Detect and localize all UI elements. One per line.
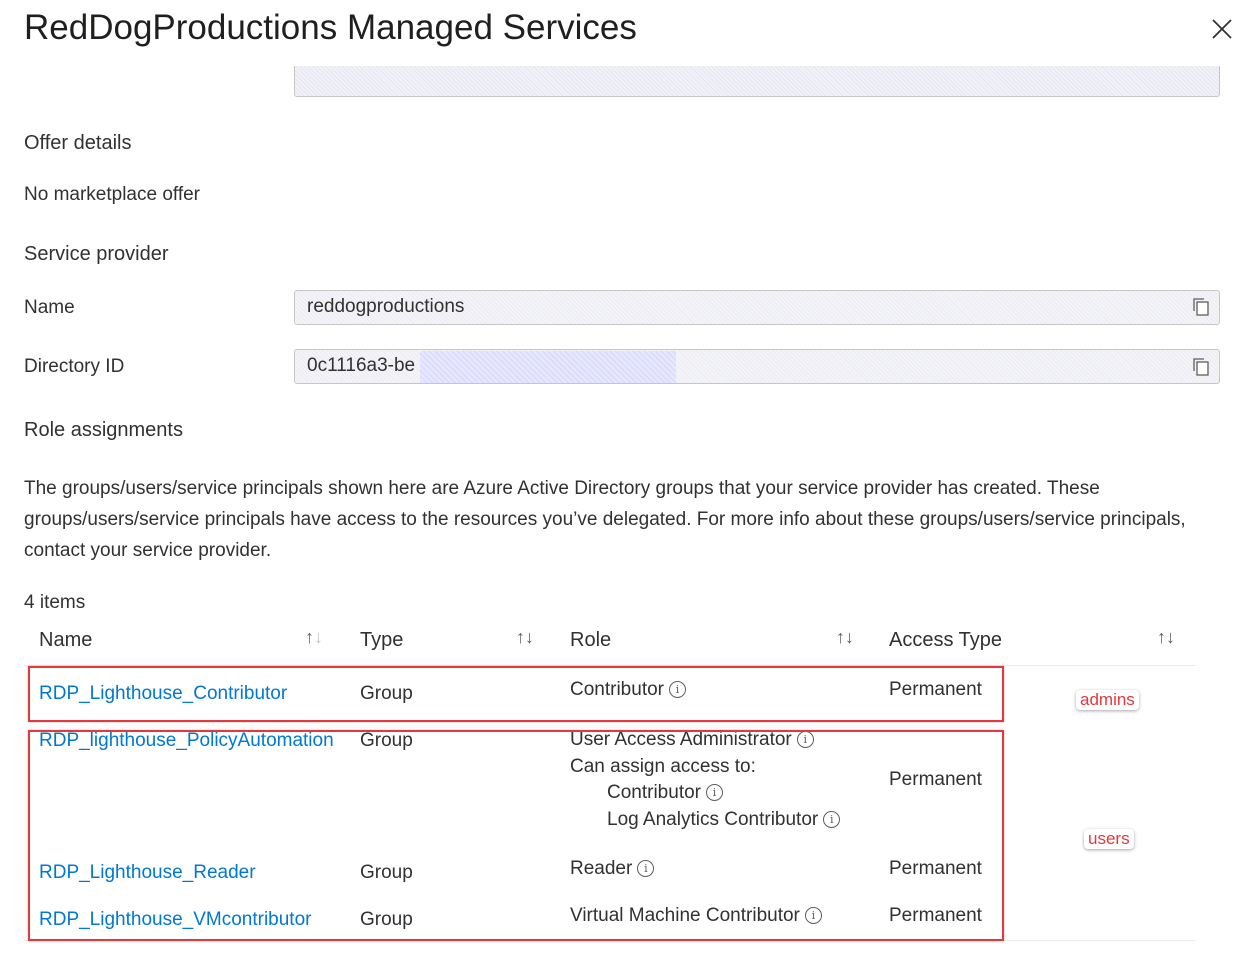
column-header-type[interactable]: Type bbox=[360, 629, 403, 652]
role-assignments-description: The groups/users/service principals show… bbox=[24, 478, 1186, 561]
sort-icon[interactable]: ↑↓ bbox=[836, 627, 854, 648]
offer-details-heading: Offer details bbox=[24, 132, 132, 154]
clipped-field bbox=[294, 66, 1220, 97]
redacted-area bbox=[420, 351, 676, 383]
directory-id-value: 0c1116a3-be bbox=[307, 355, 416, 376]
service-provider-heading: Service provider bbox=[24, 243, 169, 265]
role-assignments-heading: Role assignments bbox=[24, 419, 183, 441]
copy-icon[interactable] bbox=[1192, 357, 1210, 377]
sort-icon[interactable]: ↑↓ bbox=[305, 627, 323, 648]
directory-id-label: Directory ID bbox=[24, 356, 125, 377]
sort-icon[interactable]: ↑↓ bbox=[1157, 627, 1175, 648]
users-highlight-box bbox=[28, 730, 1004, 941]
panel-title: RedDogProductions Managed Services bbox=[24, 8, 637, 47]
name-value: reddogproductions bbox=[307, 296, 465, 317]
users-annotation: users bbox=[1084, 829, 1134, 849]
offer-details-text: No marketplace offer bbox=[24, 184, 201, 205]
admins-highlight-box bbox=[28, 666, 1004, 722]
admins-annotation: admins bbox=[1076, 690, 1139, 710]
column-header-role[interactable]: Role bbox=[570, 629, 611, 652]
name-label: Name bbox=[24, 297, 75, 318]
items-count: 4 items bbox=[24, 592, 86, 613]
column-header-access-type[interactable]: Access Type bbox=[889, 629, 1002, 652]
column-header-name[interactable]: Name bbox=[39, 629, 92, 652]
copy-icon[interactable] bbox=[1192, 297, 1210, 317]
name-field[interactable]: reddogproductions bbox=[294, 290, 1220, 325]
close-icon[interactable] bbox=[1208, 15, 1236, 43]
sort-icon[interactable]: ↑↓ bbox=[516, 627, 534, 648]
